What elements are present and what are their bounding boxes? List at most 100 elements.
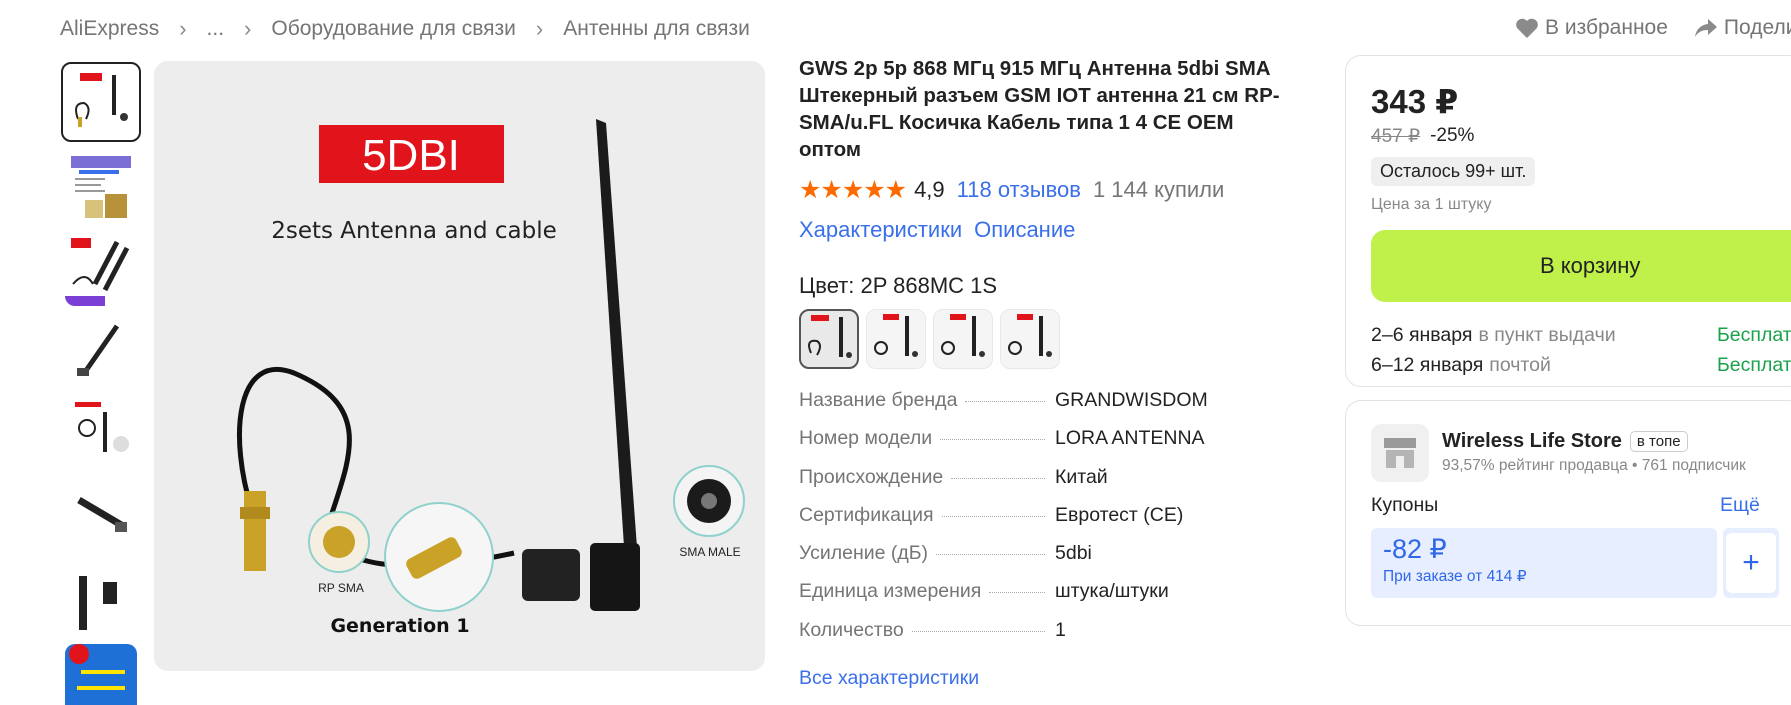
discount-percent: -25% [1430, 125, 1475, 146]
spec-key: Количество [799, 618, 904, 641]
breadcrumb-equipment[interactable]: Оборудование для связи [271, 17, 516, 41]
image-badge-text: 5DBI [362, 131, 460, 180]
color-swatches [799, 309, 1299, 369]
share-button[interactable]: Подели [1694, 16, 1791, 40]
bought-count: 1 144 купили [1092, 177, 1225, 202]
rating-row: ★★★★★ 4,9 118 отзывов 1 144 купили [799, 175, 1299, 205]
description-link[interactable]: Описание [974, 217, 1075, 243]
thumbnail-strip [61, 62, 141, 705]
spec-key: Единица измерения [799, 580, 982, 603]
chevron-right-icon: › [179, 16, 187, 41]
color-swatch-4[interactable] [1000, 309, 1060, 369]
delivery-option[interactable]: 6–12 января почтой Бесплат [1371, 350, 1791, 380]
coupons-more-link[interactable]: Ещё [1720, 494, 1760, 517]
color-swatch-2[interactable] [866, 309, 926, 369]
spec-value: 5dbi [1055, 542, 1092, 565]
spec-row: Название бренда GRANDWISDOM [799, 389, 1299, 427]
spec-row: Сертификация Евротест (CE) [799, 504, 1299, 542]
spec-value: GRANDWISDOM [1055, 389, 1208, 411]
spec-key: Сертификация [799, 503, 934, 526]
main-product-image[interactable]: 5DBI 2sets Antenna and cable RP SMA SMA … [154, 61, 765, 671]
thumbnail-4[interactable] [65, 316, 137, 388]
coupon-card[interactable]: -82 ₽ При заказе от 414 ₽ [1371, 528, 1718, 598]
spec-row: Единица измерения штука/штуки [799, 580, 1299, 618]
color-swatch-1[interactable] [799, 309, 859, 369]
image-label-rp-sma: RP SMA [318, 581, 364, 595]
thumbnail-8[interactable] [65, 644, 137, 705]
breadcrumb-antennas[interactable]: Антенны для связи [563, 17, 750, 41]
top-actions: В избранное Подели [1515, 16, 1791, 40]
spec-value: Евротест (CE) [1055, 503, 1184, 526]
spec-key: Номер модели [799, 427, 933, 450]
share-icon [1694, 19, 1717, 37]
store-box: Wireless Life Store в топе 93,57% рейтин… [1345, 400, 1791, 626]
rating-value: 4,9 [914, 177, 945, 202]
product-title: GWS 2p 5p 868 МГц 915 МГц Антенна 5dbi S… [799, 57, 1280, 161]
store-name-row: Wireless Life Store в топе [1442, 430, 1746, 453]
spec-value: LORA ANTENNA [1055, 427, 1205, 450]
delivery-option[interactable]: 2–6 января в пункт выдачи Бесплат [1371, 320, 1791, 350]
spec-key: Усиление (дБ) [799, 542, 929, 565]
thumbnail-1[interactable] [61, 62, 141, 142]
breadcrumb-aliexpress[interactable]: AliExpress [60, 17, 159, 41]
buy-box: 343 ₽ 457 ₽ -25% Осталось 99+ шт. Цена з… [1345, 55, 1791, 387]
delivery-date: 2–6 января [1371, 323, 1473, 346]
breadcrumb-ellipsis[interactable]: ... [207, 17, 225, 41]
swatch-image [874, 314, 918, 357]
all-specs-link[interactable]: Все характеристики [799, 667, 1299, 690]
spec-row: Происхождение Китай [799, 466, 1299, 504]
product-photo: 5DBI 2sets Antenna and cable RP SMA SMA … [154, 61, 765, 671]
coupons-label: Купоны [1371, 494, 1439, 516]
share-label: Подели [1723, 16, 1791, 39]
price: 343 ₽ [1371, 83, 1459, 120]
waterproof-thumb-image [65, 562, 137, 634]
star-rating-icon: ★★★★★ [799, 176, 907, 204]
thumbnail-6[interactable] [65, 480, 137, 552]
spec-key: Происхождение [799, 465, 944, 488]
stock-badge: Осталось 99+ шт. [1371, 157, 1536, 186]
product-info: GWS 2p 5p 868 МГц 915 МГц Антенна 5dbi S… [799, 55, 1299, 690]
favorite-button[interactable]: В избранное [1515, 16, 1668, 40]
section-links: Характеристики Описание [799, 217, 1299, 243]
antenna-thumb-image [75, 73, 128, 127]
add-to-cart-button[interactable]: В корзину [1371, 230, 1791, 302]
breadcrumb: AliExpress › ... › Оборудование для связ… [60, 16, 750, 42]
two-pack-thumb-image [65, 234, 137, 306]
spec-key: Название бренда [799, 389, 958, 411]
favorite-label: В избранное [1545, 16, 1668, 39]
bent-antenna-thumb-image [65, 480, 137, 552]
delivery-date: 6–12 января [1371, 353, 1484, 376]
image-caption: Generation 1 [330, 615, 469, 637]
plus-icon: + [1726, 533, 1777, 593]
swatch-image [808, 315, 852, 358]
spec-row: Номер модели LORA ANTENNA [799, 427, 1299, 465]
coupon-add-button[interactable]: + [1723, 528, 1779, 598]
thumbnail-7[interactable] [65, 562, 137, 634]
reviews-link[interactable]: 118 отзывов [957, 177, 1081, 203]
store-meta: 93,57% рейтинг продавца • 761 подписчик [1442, 457, 1746, 474]
image-headline: 2sets Antenna and cable [271, 218, 557, 244]
specs-list: Название бренда GRANDWISDOM Номер модели L… [799, 389, 1299, 657]
coupon-condition: При заказе от 414 ₽ [1383, 568, 1527, 585]
delivery-options: 2–6 января в пункт выдачи Бесплат 6–12 я… [1371, 320, 1791, 380]
cable-thumb-image [65, 398, 137, 470]
price-per-unit: Цена за 1 штуку [1371, 196, 1492, 213]
heart-icon [1516, 18, 1538, 38]
thumbnail-3[interactable] [65, 234, 137, 306]
coupon-row: -82 ₽ При заказе от 414 ₽ + [1371, 528, 1779, 598]
spec-value: штука/штуки [1055, 580, 1169, 603]
delivery-method: почтой [1489, 353, 1551, 376]
spec-row: Количество 1 [799, 619, 1299, 657]
thumbnail-5[interactable] [65, 398, 137, 470]
coupon-amount: -82 ₽ [1383, 534, 1447, 564]
spec-value: Китай [1055, 465, 1108, 488]
old-price: 457 ₽ [1371, 126, 1421, 147]
color-swatch-3[interactable] [933, 309, 993, 369]
chevron-right-icon: › [535, 16, 544, 41]
store-header[interactable]: Wireless Life Store в топе 93,57% рейтин… [1371, 424, 1779, 482]
specs-link[interactable]: Характеристики [799, 217, 962, 243]
thumbnail-2[interactable] [65, 152, 137, 224]
image-label-sma-male: SMA MALE [679, 545, 740, 559]
spec-value: 1 [1055, 618, 1066, 641]
old-price-row: 457 ₽ -25% [1371, 125, 1779, 148]
